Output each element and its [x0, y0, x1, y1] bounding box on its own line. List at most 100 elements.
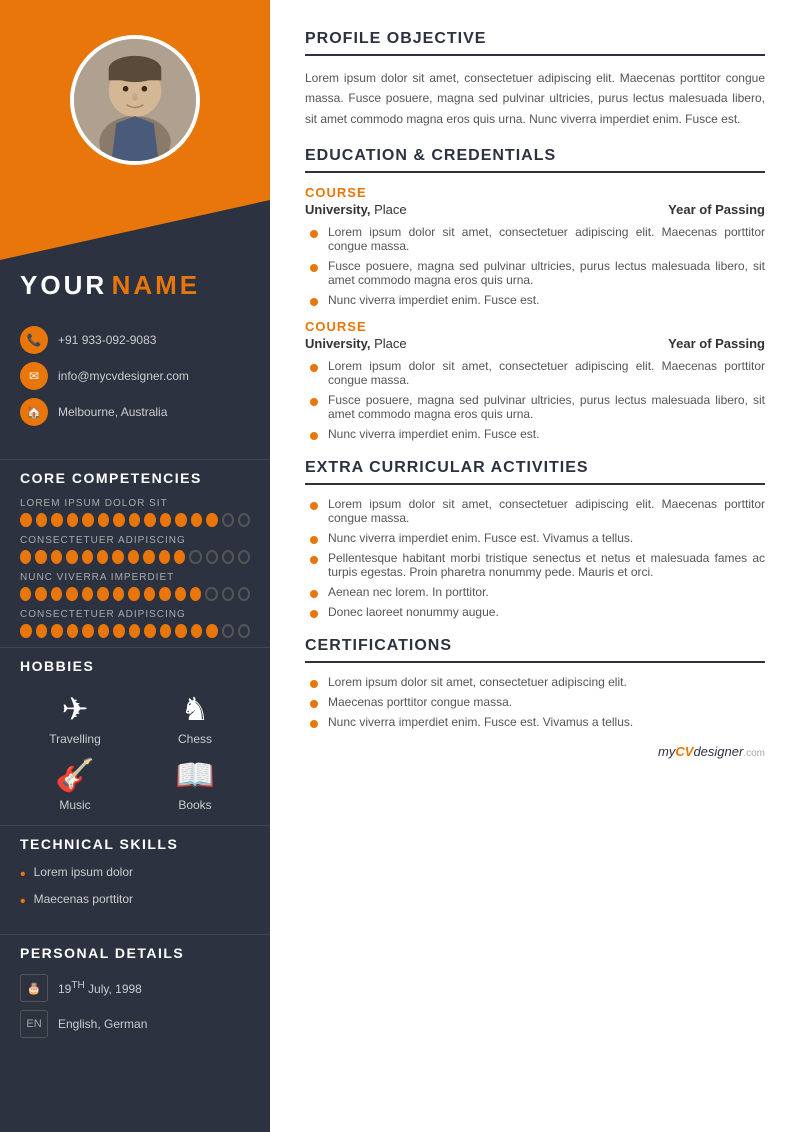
dot-filled — [206, 513, 218, 527]
dot-empty — [205, 587, 217, 601]
tech-skill-item: •Maecenas porttitor — [20, 892, 250, 911]
extra-heading: EXTRA CURRICULAR ACTIVITIES — [305, 459, 765, 485]
hobby-label: Books — [178, 798, 211, 812]
hobby-label: Travelling — [49, 732, 101, 746]
dot-empty — [222, 513, 234, 527]
location-text: Melbourne, Australia — [58, 405, 167, 419]
extra-bullet-text: Donec laoreet nonummy augue. — [328, 605, 499, 619]
dot-empty — [222, 550, 234, 564]
dots-row — [20, 513, 250, 527]
name-section: YOUR NAME — [0, 270, 270, 316]
tech-skills-title: TECHNICAL SKILLS — [0, 825, 270, 860]
extra-bullet-text: Lorem ipsum dolor sit amet, consectetuer… — [328, 497, 765, 525]
dots-row — [20, 624, 250, 638]
dot-filled — [51, 624, 63, 638]
edu-bullet-text: Nunc viverra imperdiet enim. Fusce est. — [328, 427, 539, 441]
cert-bullet-item: Nunc viverra imperdiet enim. Fusce est. … — [310, 715, 765, 729]
edu-year: Year of Passing — [668, 336, 765, 351]
dot-filled — [144, 513, 156, 527]
hobby-icon: 🎸 — [55, 756, 95, 794]
cert-bullet-text: Lorem ipsum dolor sit amet, consectetuer… — [328, 675, 627, 689]
dot-filled — [174, 550, 185, 564]
dot-empty — [238, 513, 250, 527]
personal-item: 🎂19TH July, 1998 — [20, 974, 250, 1002]
education-container: COURSE University, PlaceYear of Passing Lo… — [305, 185, 765, 441]
email-text: info@mycvdesigner.com — [58, 369, 189, 383]
profile-heading: PROFILE OBJECTIVE — [305, 30, 765, 56]
edu-bullet-dot — [310, 298, 318, 306]
dot-filled — [20, 624, 32, 638]
dot-filled — [113, 624, 125, 638]
extra-bullet-dot — [310, 502, 318, 510]
competency-label: NUNC VIVERRA IMPERDIET — [20, 572, 250, 583]
course-label: COURSE — [305, 185, 765, 200]
hobby-item: ♞Chess — [140, 690, 250, 746]
hobby-item: 🎸Music — [20, 756, 130, 812]
cert-bullet-text: Maecenas porttitor congue massa. — [328, 695, 512, 709]
extra-bullet-text: Nunc viverra imperdiet enim. Fusce est. … — [328, 531, 633, 545]
dot-filled — [36, 624, 48, 638]
dot-filled — [113, 513, 125, 527]
competency-label: CONSECTETUER ADIPISCING — [20, 609, 250, 620]
dot-filled — [143, 550, 154, 564]
dot-filled — [191, 624, 203, 638]
extra-bullet-item: Pellentesque habitant morbi tristique se… — [310, 551, 765, 579]
competency-item: NUNC VIVERRA IMPERDIET — [0, 568, 270, 605]
sidebar: YOUR NAME 📞 +91 933-092-9083 ✉ info@mycv… — [0, 0, 270, 1132]
core-competencies-title: CORE COMPETENCIES — [0, 459, 270, 494]
edu-bullet-item: Lorem ipsum dolor sit amet, consectetuer… — [310, 225, 765, 253]
resume-container: YOUR NAME 📞 +91 933-092-9083 ✉ info@mycv… — [0, 0, 800, 1132]
edu-bullet-dot — [310, 398, 318, 406]
dot-filled — [51, 587, 62, 601]
cert-container: Lorem ipsum dolor sit amet, consectetuer… — [305, 675, 765, 729]
dot-empty — [238, 550, 250, 564]
dot-filled — [66, 550, 77, 564]
sidebar-header — [0, 0, 270, 200]
competency-item: CONSECTETUER ADIPISCING — [0, 531, 270, 568]
competency-item: LOREM IPSUM DOLOR SIT — [0, 494, 270, 531]
edu-bullet-item: Nunc viverra imperdiet enim. Fusce est. — [310, 427, 765, 441]
dot-filled — [175, 587, 186, 601]
edu-bullet-dot — [310, 264, 318, 272]
extra-bullet-text: Pellentesque habitant morbi tristique se… — [328, 551, 765, 579]
cert-bullet-dot — [310, 720, 318, 728]
extra-bullet-dot — [310, 556, 318, 564]
edu-row: University, PlaceYear of Passing — [305, 336, 765, 351]
extra-bullet-text: Aenean nec lorem. In porttitor. — [328, 585, 489, 599]
edu-year: Year of Passing — [668, 202, 765, 217]
dot-filled — [98, 513, 110, 527]
email-icon: ✉ — [20, 362, 48, 390]
hobbies-title: HOBBIES — [0, 647, 270, 682]
name-name: NAME — [112, 270, 201, 300]
edu-bullet-text: Fusce posuere, magna sed pulvinar ultric… — [328, 259, 765, 287]
dot-filled — [20, 550, 31, 564]
dot-filled — [128, 550, 139, 564]
personal-value: English, German — [58, 1017, 147, 1031]
phone-text: +91 933-092-9083 — [58, 333, 156, 347]
dot-filled — [159, 587, 170, 601]
contact-section: 📞 +91 933-092-9083 ✉ info@mycvdesigner.c… — [0, 316, 270, 454]
watermark-cv: CV — [675, 744, 693, 759]
dot-filled — [66, 587, 77, 601]
tech-skill-text: Lorem ipsum dolor — [34, 865, 133, 879]
dot-filled — [112, 550, 123, 564]
cert-bullet-text: Nunc viverra imperdiet enim. Fusce est. … — [328, 715, 633, 729]
extra-bullets: Lorem ipsum dolor sit amet, consectetuer… — [310, 497, 765, 619]
personal-icon: 🎂 — [20, 974, 48, 1002]
dot-filled — [113, 587, 124, 601]
dot-filled — [144, 624, 156, 638]
hobby-icon: 📖 — [175, 756, 215, 794]
dot-empty — [206, 550, 218, 564]
profile-text: Lorem ipsum dolor sit amet, consectetuer… — [305, 68, 765, 129]
education-heading: EDUCATION & CREDENTIALS — [305, 147, 765, 173]
location-item: 🏠 Melbourne, Australia — [20, 398, 250, 426]
tech-skill-item: •Lorem ipsum dolor — [20, 865, 250, 884]
dot-filled — [190, 587, 201, 601]
dot-filled — [82, 513, 94, 527]
cert-bullet-dot — [310, 680, 318, 688]
cert-bullet-dot — [310, 700, 318, 708]
edu-bullet-dot — [310, 230, 318, 238]
dot-filled — [129, 513, 141, 527]
extra-bullet-item: Lorem ipsum dolor sit amet, consectetuer… — [310, 497, 765, 525]
avatar — [70, 35, 200, 165]
